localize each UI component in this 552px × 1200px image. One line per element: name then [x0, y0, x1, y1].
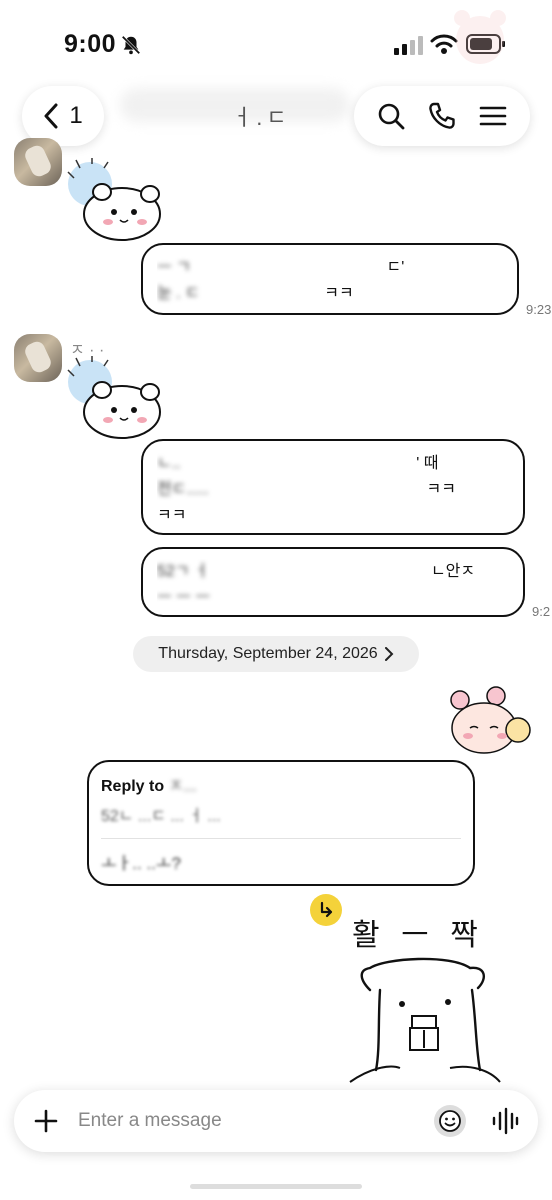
hamster-sticker-icon	[67, 356, 161, 439]
phone-icon	[429, 102, 455, 129]
signal-icon	[394, 36, 423, 55]
menu-button[interactable]	[473, 96, 513, 136]
message-line: ㅡ ㄱ ㄷ'	[157, 259, 405, 276]
call-button[interactable]	[422, 96, 462, 136]
avatar[interactable]	[14, 138, 62, 186]
message-bubble[interactable]: ㅡ ㄱ ㄷ' 눈 . ㄷ ㅋㅋ	[141, 243, 519, 315]
status-time: 9:00	[64, 30, 117, 58]
message-time: 9:2	[532, 604, 551, 619]
date-label: Thursday, September 24, 2026	[158, 645, 378, 662]
reply-message-bubble[interactable]: Reply to ㅈ... 52ㄴ ...ㄷ ... ㅓ ... ㅗㅏ.. ..…	[87, 760, 475, 886]
date-separator[interactable]: Thursday, September 24, 2026	[133, 636, 419, 672]
reply-arrow-icon	[320, 901, 333, 918]
message-line: ㄴ.. ' 때	[157, 455, 439, 472]
reply-to-name: ㅈ...	[168, 778, 197, 795]
message-line: 눈 . ㄷ ㅋㅋ	[157, 285, 354, 302]
message-bubble[interactable]: 52ㄱ ㅓ ㄴ안ㅈ ㅡ ㅡ ㅡ	[141, 547, 525, 617]
message-line: 전ㄷ..... ㅋㅋ	[157, 481, 456, 498]
emoticon-text: 활 ㅡ 짝	[352, 918, 484, 953]
pink-character-sticker-icon	[450, 686, 531, 754]
status-bar: 9:00	[0, 0, 552, 80]
chevron-left-icon	[44, 103, 58, 129]
message-composer	[14, 1090, 538, 1152]
hamburger-menu-icon	[479, 106, 506, 126]
search-button[interactable]	[371, 96, 411, 136]
bell-slash-icon	[121, 35, 141, 55]
reply-arrow-badge[interactable]	[310, 894, 342, 926]
reply-text: ㅗㅏ.. ..ㅗ?	[101, 854, 181, 873]
chat-header: 1 ㅓ.ㄷ	[0, 80, 552, 155]
emoji-button[interactable]	[434, 1105, 466, 1137]
chat-title: ㅓ.ㄷ	[232, 105, 291, 130]
home-indicator	[190, 1184, 362, 1189]
search-icon	[379, 103, 405, 130]
sticker-watermark-icon	[454, 10, 506, 64]
divider	[101, 838, 461, 839]
chevron-right-icon	[384, 647, 394, 661]
smiley-icon	[439, 1110, 461, 1132]
reply-to-label: Reply to	[101, 778, 165, 795]
reply-header: Reply to ㅈ...	[101, 772, 461, 796]
message-time: 9:23	[526, 302, 552, 317]
plus-icon[interactable]	[32, 1107, 60, 1135]
unread-count: 1	[69, 102, 83, 129]
message-bubble[interactable]: ㄴ.. ' 때 전ㄷ..... ㅋㅋ ㅋㅋ	[141, 439, 525, 535]
message-line: 52ㄱ ㅓ ㄴ안ㅈ	[157, 563, 476, 580]
reply-quote: 52ㄴ ...ㄷ ... ㅓ ...	[101, 808, 221, 825]
dog-emoticon-icon	[349, 957, 501, 1083]
voice-waveform-icon[interactable]	[490, 1106, 520, 1136]
message-input[interactable]	[78, 1104, 428, 1138]
hamster-sticker-icon	[67, 158, 161, 241]
message-line: ㅋㅋ	[157, 507, 187, 524]
header-actions	[354, 86, 530, 146]
avatar[interactable]	[14, 334, 62, 382]
back-button[interactable]: 1	[22, 86, 104, 146]
message-line: ㅡ ㅡ ㅡ	[157, 589, 211, 606]
